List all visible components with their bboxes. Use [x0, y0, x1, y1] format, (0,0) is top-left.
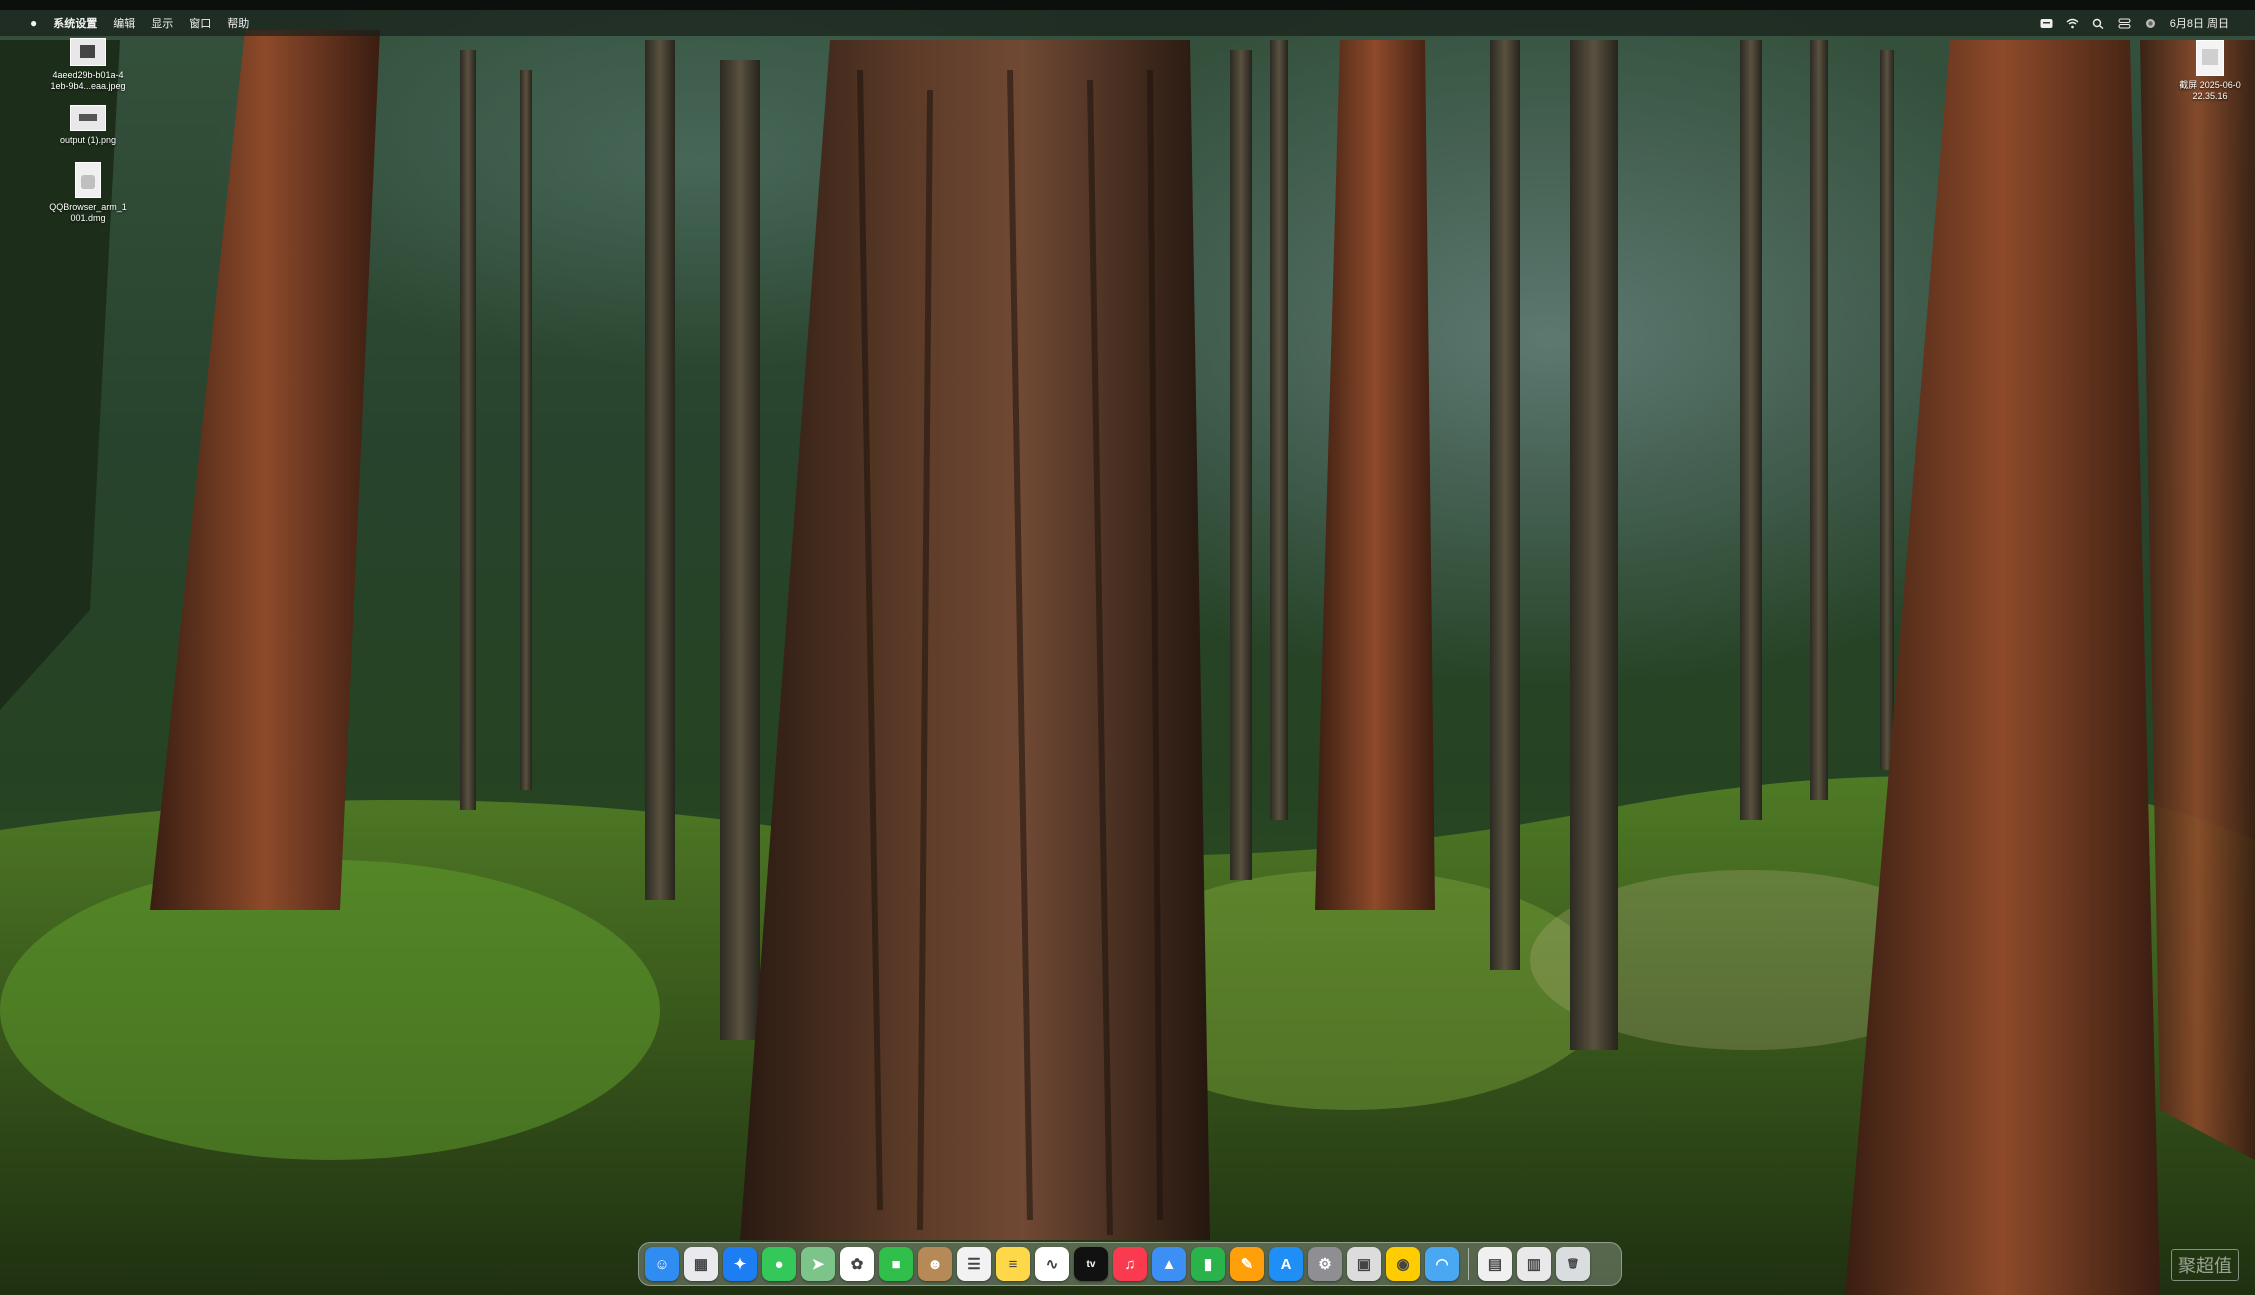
browser-icon[interactable]: ◠	[1425, 1247, 1459, 1281]
keynote-icon[interactable]: ▲	[1152, 1247, 1186, 1281]
desktop-file-dmg[interactable]: QQBrowser_arm_1 001.dmg	[40, 162, 136, 224]
desktop-file-label: QQBrowser_arm_1 001.dmg	[49, 202, 127, 223]
downloads-stack-icon[interactable]: ▥	[1517, 1247, 1551, 1281]
reminders-icon[interactable]: ☰	[957, 1247, 991, 1281]
trash-icon[interactable]: 🗑	[1556, 1247, 1590, 1281]
safari-icon[interactable]: ✦	[723, 1247, 757, 1281]
forest-wallpaper	[0, 10, 2255, 1295]
app-store-icon[interactable]: A	[1269, 1247, 1303, 1281]
folder-stack-icon[interactable]: ▤	[1478, 1247, 1512, 1281]
menu-app-name[interactable]: 系统设置	[53, 15, 97, 31]
dock-recents: ▤ ▥ 🗑	[1478, 1247, 1590, 1281]
wifi-icon[interactable]	[2066, 18, 2079, 29]
control-center-icon[interactable]	[2118, 18, 2131, 29]
image-file-icon	[70, 105, 106, 131]
input-method-icon[interactable]	[2040, 18, 2053, 29]
menu-view[interactable]: 显示	[151, 15, 173, 31]
desktop-file-png[interactable]: output (1).png	[40, 105, 136, 146]
launchpad-icon[interactable]: ▦	[684, 1247, 718, 1281]
menu-edit[interactable]: 编辑	[113, 15, 135, 31]
pages-icon[interactable]: ✎	[1230, 1247, 1264, 1281]
desktop-file-label: 4aeed29b-b01a-4 1eb-9b4...eaa.jpeg	[50, 70, 126, 91]
finder-icon[interactable]: ☺	[645, 1247, 679, 1281]
notes-icon[interactable]: ≡	[996, 1247, 1030, 1281]
numbers-icon[interactable]: ▮	[1191, 1247, 1225, 1281]
photos-icon[interactable]: ✿	[840, 1247, 874, 1281]
messages-icon[interactable]: ●	[762, 1247, 796, 1281]
menu-help[interactable]: 帮助	[227, 15, 249, 31]
dock-separator	[1468, 1248, 1469, 1280]
desktop-screen: ● 系统设置 编辑 显示 窗口 帮助 6月8日 周日 4aeed29b-b01a…	[0, 10, 2255, 1295]
contacts-icon[interactable]: ☻	[918, 1247, 952, 1281]
search-icon[interactable]	[2092, 18, 2105, 29]
desktop-file-screenshot[interactable]: 截屏 2025-06-0 22.35.16	[2167, 40, 2253, 102]
tips-icon[interactable]: ◉	[1386, 1247, 1420, 1281]
facetime-icon[interactable]: ■	[879, 1247, 913, 1281]
menu-window[interactable]: 窗口	[189, 15, 211, 31]
siri-icon[interactable]	[2144, 18, 2157, 29]
menu-clock[interactable]: 6月8日 周日	[2170, 15, 2229, 31]
menu-bar: ● 系统设置 编辑 显示 窗口 帮助 6月8日 周日	[0, 10, 2255, 36]
desktop-file-jpeg[interactable]: 4aeed29b-b01a-4 1eb-9b4...eaa.jpeg	[40, 38, 136, 92]
preview-icon[interactable]: ▣	[1347, 1247, 1381, 1281]
tv-icon[interactable]: tv	[1074, 1247, 1108, 1281]
image-file-icon	[70, 38, 106, 66]
maps-icon[interactable]: ➤	[801, 1247, 835, 1281]
desktop-file-label: 截屏 2025-06-0 22.35.16	[2179, 80, 2241, 101]
watermark: 聚超值	[2171, 1249, 2239, 1281]
screenshot-file-icon	[2196, 40, 2224, 76]
apple-logo-icon[interactable]: ●	[30, 16, 37, 30]
disk-image-icon	[75, 162, 101, 198]
freeform-icon[interactable]: ∿	[1035, 1247, 1069, 1281]
menu-bar-right: 6月8日 周日	[2040, 15, 2255, 31]
desktop-file-label: output (1).png	[59, 135, 117, 145]
menu-bar-left: ● 系统设置 编辑 显示 窗口 帮助	[0, 15, 249, 31]
music-icon[interactable]: ♫	[1113, 1247, 1147, 1281]
dock-apps: ☺ ▦ ✦ ● ➤ ✿ ■ ☻ ☰ ≡ ∿ tv ♫ ▲ ▮ ✎ A ⚙ ▣ ◉ ◠	[645, 1247, 1459, 1281]
settings-icon[interactable]: ⚙	[1308, 1247, 1342, 1281]
dock: ☺ ▦ ✦ ● ➤ ✿ ■ ☻ ☰ ≡ ∿ tv ♫ ▲ ▮ ✎ A ⚙ ▣ ◉ ◠ ▤ ▥ 🗑	[638, 1242, 1622, 1286]
